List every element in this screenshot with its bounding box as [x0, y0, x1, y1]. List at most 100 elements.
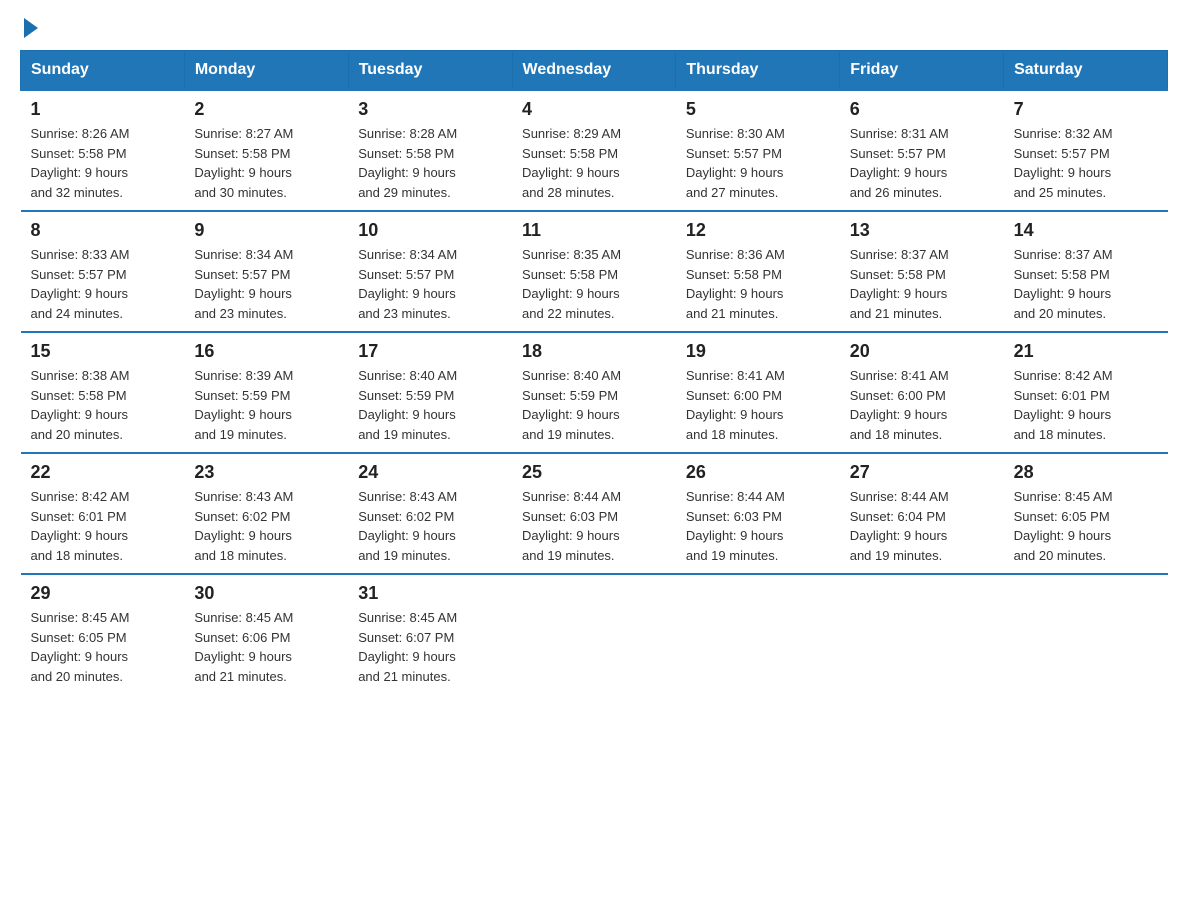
calendar-cell: 8 Sunrise: 8:33 AMSunset: 5:57 PMDayligh… — [21, 211, 185, 332]
day-number: 18 — [522, 341, 666, 362]
day-info: Sunrise: 8:35 AMSunset: 5:58 PMDaylight:… — [522, 247, 621, 321]
day-number: 22 — [31, 462, 175, 483]
day-number: 4 — [522, 99, 666, 120]
day-info: Sunrise: 8:44 AMSunset: 6:03 PMDaylight:… — [522, 489, 621, 563]
day-info: Sunrise: 8:43 AMSunset: 6:02 PMDaylight:… — [194, 489, 293, 563]
day-number: 14 — [1014, 220, 1158, 241]
day-info: Sunrise: 8:44 AMSunset: 6:04 PMDaylight:… — [850, 489, 949, 563]
calendar-cell: 11 Sunrise: 8:35 AMSunset: 5:58 PMDaylig… — [512, 211, 676, 332]
day-info: Sunrise: 8:40 AMSunset: 5:59 PMDaylight:… — [522, 368, 621, 442]
day-info: Sunrise: 8:27 AMSunset: 5:58 PMDaylight:… — [194, 126, 293, 200]
calendar-table: SundayMondayTuesdayWednesdayThursdayFrid… — [20, 50, 1168, 694]
header-tuesday: Tuesday — [348, 51, 512, 91]
day-number: 7 — [1014, 99, 1158, 120]
calendar-cell: 6 Sunrise: 8:31 AMSunset: 5:57 PMDayligh… — [840, 90, 1004, 211]
day-info: Sunrise: 8:34 AMSunset: 5:57 PMDaylight:… — [194, 247, 293, 321]
day-info: Sunrise: 8:37 AMSunset: 5:58 PMDaylight:… — [850, 247, 949, 321]
logo — [20, 20, 38, 40]
calendar-header-row: SundayMondayTuesdayWednesdayThursdayFrid… — [21, 51, 1168, 91]
day-number: 23 — [194, 462, 338, 483]
logo-arrow-icon — [24, 18, 38, 38]
day-info: Sunrise: 8:30 AMSunset: 5:57 PMDaylight:… — [686, 126, 785, 200]
day-number: 30 — [194, 583, 338, 604]
day-number: 12 — [686, 220, 830, 241]
calendar-cell: 10 Sunrise: 8:34 AMSunset: 5:57 PMDaylig… — [348, 211, 512, 332]
day-info: Sunrise: 8:41 AMSunset: 6:00 PMDaylight:… — [850, 368, 949, 442]
calendar-cell: 1 Sunrise: 8:26 AMSunset: 5:58 PMDayligh… — [21, 90, 185, 211]
day-info: Sunrise: 8:41 AMSunset: 6:00 PMDaylight:… — [686, 368, 785, 442]
calendar-cell: 25 Sunrise: 8:44 AMSunset: 6:03 PMDaylig… — [512, 453, 676, 574]
day-info: Sunrise: 8:34 AMSunset: 5:57 PMDaylight:… — [358, 247, 457, 321]
calendar-cell: 22 Sunrise: 8:42 AMSunset: 6:01 PMDaylig… — [21, 453, 185, 574]
day-number: 20 — [850, 341, 994, 362]
calendar-cell: 9 Sunrise: 8:34 AMSunset: 5:57 PMDayligh… — [184, 211, 348, 332]
day-number: 11 — [522, 220, 666, 241]
header-sunday: Sunday — [21, 51, 185, 91]
day-number: 21 — [1014, 341, 1158, 362]
calendar-cell: 31 Sunrise: 8:45 AMSunset: 6:07 PMDaylig… — [348, 574, 512, 694]
calendar-cell: 14 Sunrise: 8:37 AMSunset: 5:58 PMDaylig… — [1004, 211, 1168, 332]
day-info: Sunrise: 8:28 AMSunset: 5:58 PMDaylight:… — [358, 126, 457, 200]
day-number: 1 — [31, 99, 175, 120]
day-number: 10 — [358, 220, 502, 241]
calendar-cell: 2 Sunrise: 8:27 AMSunset: 5:58 PMDayligh… — [184, 90, 348, 211]
calendar-cell: 28 Sunrise: 8:45 AMSunset: 6:05 PMDaylig… — [1004, 453, 1168, 574]
calendar-week-row: 29 Sunrise: 8:45 AMSunset: 6:05 PMDaylig… — [21, 574, 1168, 694]
calendar-week-row: 22 Sunrise: 8:42 AMSunset: 6:01 PMDaylig… — [21, 453, 1168, 574]
day-info: Sunrise: 8:39 AMSunset: 5:59 PMDaylight:… — [194, 368, 293, 442]
day-info: Sunrise: 8:42 AMSunset: 6:01 PMDaylight:… — [1014, 368, 1113, 442]
calendar-cell: 30 Sunrise: 8:45 AMSunset: 6:06 PMDaylig… — [184, 574, 348, 694]
calendar-cell: 24 Sunrise: 8:43 AMSunset: 6:02 PMDaylig… — [348, 453, 512, 574]
day-number: 25 — [522, 462, 666, 483]
day-number: 8 — [31, 220, 175, 241]
day-number: 16 — [194, 341, 338, 362]
header-monday: Monday — [184, 51, 348, 91]
day-number: 3 — [358, 99, 502, 120]
page-header — [20, 20, 1168, 40]
header-saturday: Saturday — [1004, 51, 1168, 91]
day-info: Sunrise: 8:32 AMSunset: 5:57 PMDaylight:… — [1014, 126, 1113, 200]
day-number: 2 — [194, 99, 338, 120]
calendar-cell: 4 Sunrise: 8:29 AMSunset: 5:58 PMDayligh… — [512, 90, 676, 211]
day-number: 15 — [31, 341, 175, 362]
calendar-cell: 13 Sunrise: 8:37 AMSunset: 5:58 PMDaylig… — [840, 211, 1004, 332]
calendar-cell: 26 Sunrise: 8:44 AMSunset: 6:03 PMDaylig… — [676, 453, 840, 574]
calendar-cell: 17 Sunrise: 8:40 AMSunset: 5:59 PMDaylig… — [348, 332, 512, 453]
header-thursday: Thursday — [676, 51, 840, 91]
calendar-cell: 7 Sunrise: 8:32 AMSunset: 5:57 PMDayligh… — [1004, 90, 1168, 211]
day-info: Sunrise: 8:29 AMSunset: 5:58 PMDaylight:… — [522, 126, 621, 200]
day-number: 5 — [686, 99, 830, 120]
day-number: 27 — [850, 462, 994, 483]
calendar-cell: 29 Sunrise: 8:45 AMSunset: 6:05 PMDaylig… — [21, 574, 185, 694]
day-info: Sunrise: 8:36 AMSunset: 5:58 PMDaylight:… — [686, 247, 785, 321]
calendar-cell — [512, 574, 676, 694]
day-info: Sunrise: 8:26 AMSunset: 5:58 PMDaylight:… — [31, 126, 130, 200]
header-friday: Friday — [840, 51, 1004, 91]
calendar-cell: 23 Sunrise: 8:43 AMSunset: 6:02 PMDaylig… — [184, 453, 348, 574]
calendar-cell — [1004, 574, 1168, 694]
day-info: Sunrise: 8:31 AMSunset: 5:57 PMDaylight:… — [850, 126, 949, 200]
day-info: Sunrise: 8:38 AMSunset: 5:58 PMDaylight:… — [31, 368, 130, 442]
day-number: 31 — [358, 583, 502, 604]
calendar-cell: 15 Sunrise: 8:38 AMSunset: 5:58 PMDaylig… — [21, 332, 185, 453]
day-number: 9 — [194, 220, 338, 241]
day-info: Sunrise: 8:45 AMSunset: 6:07 PMDaylight:… — [358, 610, 457, 684]
calendar-cell: 20 Sunrise: 8:41 AMSunset: 6:00 PMDaylig… — [840, 332, 1004, 453]
day-info: Sunrise: 8:45 AMSunset: 6:05 PMDaylight:… — [31, 610, 130, 684]
calendar-week-row: 8 Sunrise: 8:33 AMSunset: 5:57 PMDayligh… — [21, 211, 1168, 332]
calendar-week-row: 1 Sunrise: 8:26 AMSunset: 5:58 PMDayligh… — [21, 90, 1168, 211]
day-number: 26 — [686, 462, 830, 483]
calendar-cell: 12 Sunrise: 8:36 AMSunset: 5:58 PMDaylig… — [676, 211, 840, 332]
day-number: 24 — [358, 462, 502, 483]
calendar-cell: 18 Sunrise: 8:40 AMSunset: 5:59 PMDaylig… — [512, 332, 676, 453]
day-number: 29 — [31, 583, 175, 604]
header-wednesday: Wednesday — [512, 51, 676, 91]
day-info: Sunrise: 8:45 AMSunset: 6:05 PMDaylight:… — [1014, 489, 1113, 563]
day-info: Sunrise: 8:42 AMSunset: 6:01 PMDaylight:… — [31, 489, 130, 563]
calendar-week-row: 15 Sunrise: 8:38 AMSunset: 5:58 PMDaylig… — [21, 332, 1168, 453]
calendar-cell: 16 Sunrise: 8:39 AMSunset: 5:59 PMDaylig… — [184, 332, 348, 453]
day-number: 28 — [1014, 462, 1158, 483]
day-number: 6 — [850, 99, 994, 120]
calendar-cell: 3 Sunrise: 8:28 AMSunset: 5:58 PMDayligh… — [348, 90, 512, 211]
calendar-cell: 21 Sunrise: 8:42 AMSunset: 6:01 PMDaylig… — [1004, 332, 1168, 453]
